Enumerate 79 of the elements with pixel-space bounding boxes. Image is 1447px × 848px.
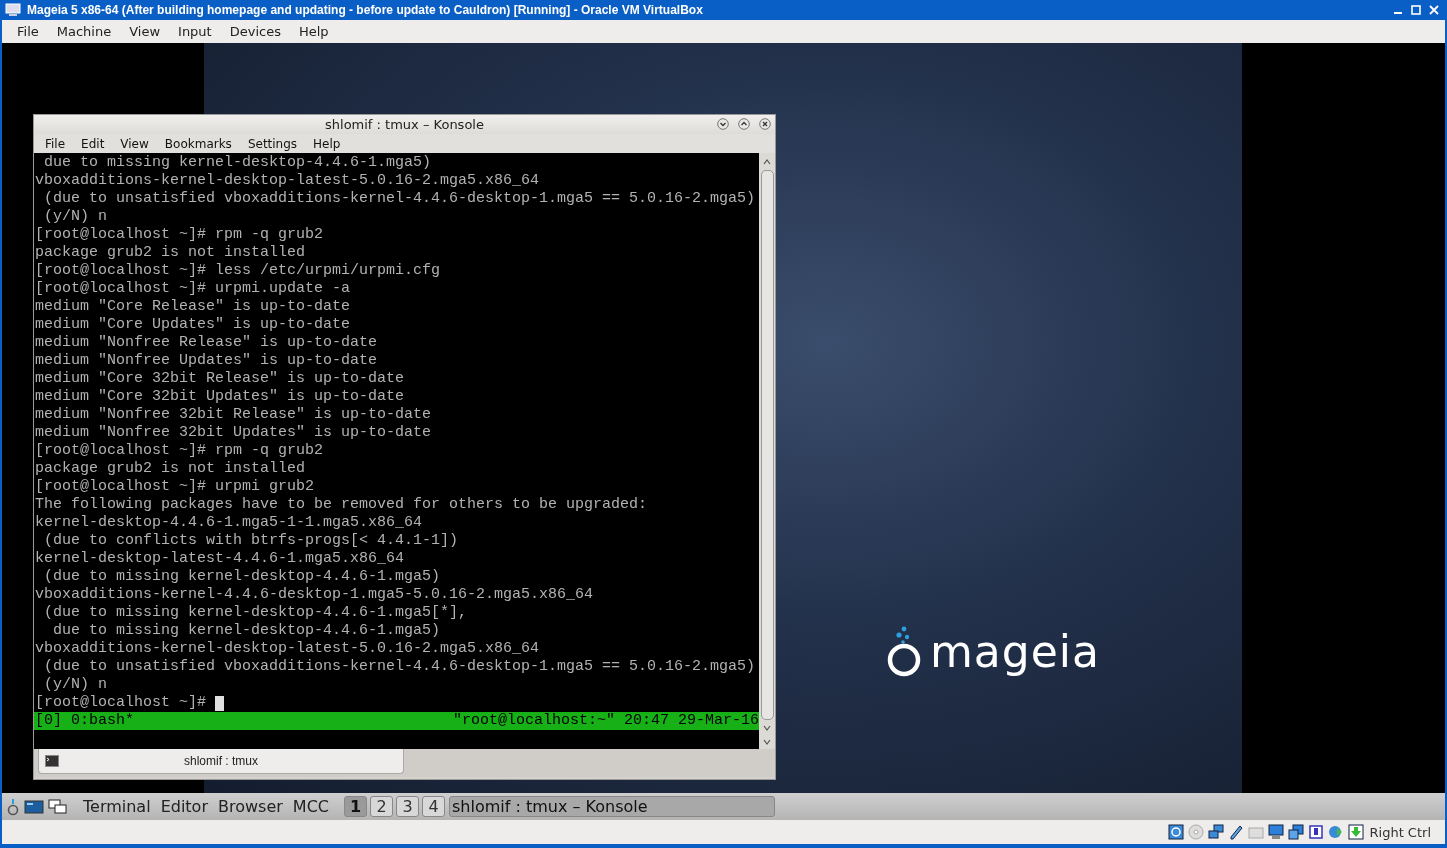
terminal-line: [root@localhost ~]# bbox=[34, 694, 208, 712]
menu-item[interactable]: File bbox=[8, 24, 48, 39]
tab[interactable]: shlomif : tmux bbox=[38, 749, 404, 774]
workspace-button[interactable]: 1 bbox=[344, 796, 367, 817]
menu-item[interactable]: View bbox=[120, 24, 170, 39]
windows-icon[interactable] bbox=[1287, 824, 1304, 840]
terminal-line: medium "Nonfree 32bit Release" is up-to-date bbox=[34, 406, 433, 424]
terminal-line: [root@localhost ~]# rpm -q grub2 bbox=[34, 442, 325, 460]
terminal-line: medium "Nonfree Release" is up-to-date bbox=[34, 334, 379, 352]
menu-item[interactable]: Machine bbox=[47, 24, 121, 39]
terminal-line: medium "Core Updates" is up-to-date bbox=[34, 316, 352, 334]
launcher[interactable]: Editor bbox=[155, 797, 213, 816]
menu-item[interactable]: Bookmarks bbox=[156, 136, 240, 151]
menu-item[interactable]: Edit bbox=[73, 136, 113, 151]
menu-item[interactable]: Input bbox=[169, 24, 221, 39]
terminal-line: vboxadditions-kernel-desktop-latest-5.0.16-2.mga5.x86_64 bbox=[34, 172, 541, 190]
scrollbar[interactable] bbox=[759, 153, 775, 749]
terminal-line: package grub2 is not installed bbox=[34, 460, 307, 478]
flask-icon[interactable] bbox=[6, 797, 20, 816]
workspace-button[interactable]: 4 bbox=[422, 796, 445, 817]
terminal-line: (due to missing kernel-desktop-4.4.6-1.mga5) bbox=[43, 568, 442, 586]
terminal-line: (due to unsatisfied vboxadditions-kernel-4.4.6-desktop-1.mga5 == 5.0.16-2.mga5) bbox=[43, 190, 757, 208]
maximize-icon[interactable] bbox=[738, 118, 750, 130]
logo-text: mageia bbox=[930, 627, 1100, 677]
menu-item[interactable]: Help bbox=[305, 136, 349, 151]
terminal-line: (due to conflicts with btrfs-progs[< 4.4.1-1]) bbox=[43, 532, 460, 550]
window-title: shlomif : tmux – Konsole bbox=[325, 117, 484, 132]
close-icon[interactable] bbox=[759, 118, 771, 130]
terminal-line: medium "Core Release" is up-to-date bbox=[34, 298, 352, 316]
menu-item[interactable]: Devices bbox=[220, 24, 290, 39]
pen-icon[interactable] bbox=[1227, 824, 1244, 840]
terminal-line: The following packages have to be removed for others to be upgraded: bbox=[34, 496, 649, 514]
terminal-line: package grub2 is not installed bbox=[34, 244, 307, 262]
launcher[interactable]: Browser bbox=[213, 797, 288, 816]
terminal-line: (due to unsatisfied vboxadditions-kernel-4.4.6-desktop-1.mga5 == 5.0.16-2.mga5) bbox=[43, 658, 757, 676]
menu-item[interactable]: View bbox=[112, 136, 157, 151]
terminal-line: [root@localhost ~]# less /etc/urpmi/urpmi.cfg bbox=[34, 262, 442, 280]
terminal-line: [root@localhost ~]# rpm -q grub2 bbox=[34, 226, 325, 244]
terminal-line: medium "Nonfree Updates" is up-to-date bbox=[34, 352, 379, 370]
menu-item[interactable]: Help bbox=[289, 24, 338, 39]
network-icon[interactable] bbox=[1207, 824, 1224, 840]
terminal-line: vboxadditions-kernel-desktop-latest-5.0.16-2.mga5.x86_64 bbox=[34, 640, 541, 658]
terminal-line: medium "Core 32bit Release" is up-to-date bbox=[34, 370, 406, 388]
terminal-line: kernel-desktop-latest-4.4.6-1.mga5.x86_64 bbox=[34, 550, 406, 568]
window-title: Mageia 5 x86-64 (After building homepage and updating - before update to Cauldron) [Running] - Oracle VM VirtualBox bbox=[27, 3, 704, 17]
terminal-icon bbox=[45, 755, 59, 767]
menu-item[interactable]: Settings bbox=[239, 136, 306, 151]
terminal-line: vboxadditions-kernel-4.4.6-desktop-1.mga5-5.0.16-2.mga5.x86_64 bbox=[34, 586, 595, 604]
task-button[interactable]: shlomif : tmux – Konsole bbox=[449, 796, 775, 817]
launcher[interactable]: Terminal bbox=[78, 797, 156, 816]
desktop-icon[interactable] bbox=[24, 798, 44, 815]
scrollbar-thumb[interactable] bbox=[760, 170, 774, 720]
tab-label: shlomif : tmux bbox=[183, 754, 259, 768]
scroll-down-icon[interactable] bbox=[762, 737, 772, 747]
terminal-line: (due to missing kernel-desktop-4.4.6-1.mga5[*], bbox=[43, 604, 469, 622]
text-cursor bbox=[215, 695, 225, 711]
menu-item[interactable]: File bbox=[37, 136, 74, 151]
terminal-line: due to missing kernel-desktop-4.4.6-1.mga5) bbox=[43, 154, 433, 172]
windows-icon[interactable] bbox=[48, 798, 68, 815]
download-icon[interactable] bbox=[1347, 824, 1364, 840]
terminal-line: due to missing kernel-desktop-4.4.6-1.mga5) bbox=[52, 622, 442, 640]
terminal-line: kernel-desktop-4.4.6-1.mga5-1-1.mga5.x86_64 bbox=[34, 514, 424, 532]
host-key-label: Right Ctrl bbox=[1369, 824, 1431, 840]
chip-icon[interactable] bbox=[1307, 824, 1324, 840]
terminal-line: (y/N) n bbox=[43, 676, 108, 694]
launcher[interactable]: MCC bbox=[287, 797, 334, 816]
terminal-line: [root@localhost ~]# urpmi.update -a bbox=[34, 280, 352, 298]
status-text: [0] 0:bash* bbox=[35, 712, 135, 730]
terminal-line: medium "Nonfree 32bit Updates" is up-to-date bbox=[34, 424, 433, 442]
minimize-icon[interactable] bbox=[717, 118, 729, 130]
hard-disk-icon[interactable] bbox=[1167, 824, 1184, 840]
status-text: "root@localhost:~" 20:47 29-Mar-16 bbox=[452, 712, 759, 730]
terminal-line: medium "Core 32bit Updates" is up-to-date bbox=[34, 388, 406, 406]
workspace-button[interactable]: 2 bbox=[370, 796, 393, 817]
computer-icon bbox=[5, 3, 21, 17]
monitor-icon[interactable] bbox=[1267, 824, 1284, 840]
terminal-line: [root@localhost ~]# urpmi grub2 bbox=[34, 478, 316, 496]
terminal-line: (y/N) n bbox=[43, 208, 108, 226]
workspace-button[interactable]: 3 bbox=[396, 796, 419, 817]
